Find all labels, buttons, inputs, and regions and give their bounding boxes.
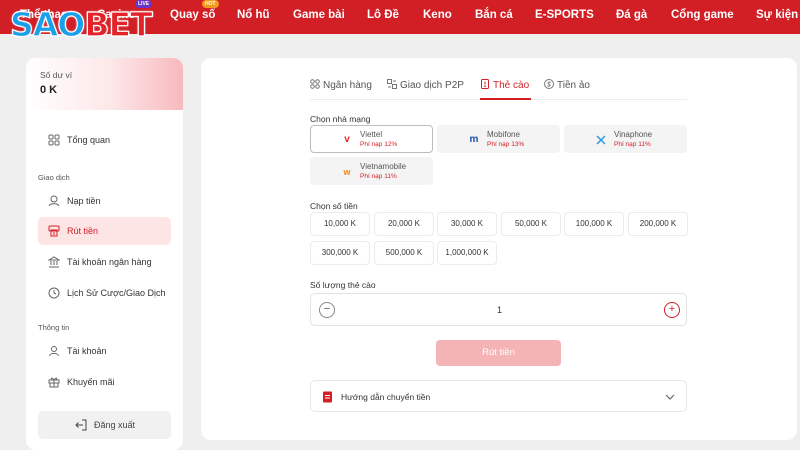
tab-label: Thẻ cào [493, 80, 530, 91]
sidebar-item-label: Tài khoản [67, 346, 107, 356]
sidebar-item-withdraw[interactable]: Rút tiền [38, 217, 171, 245]
sidebar-item-overview[interactable]: Tổng quan [38, 126, 171, 154]
logo-sao: SAO [9, 5, 86, 44]
saobet-logo[interactable]: SAOBET [9, 5, 153, 44]
tab-crypto[interactable]: Tiền ảo [544, 79, 590, 91]
nav-item-cong-game[interactable]: Cổng game [671, 9, 734, 21]
vietnamobile-icon: w [343, 167, 351, 177]
logo-bet: BET [84, 5, 153, 44]
carrier-option-vinaphone[interactable]: Vinaphone Phí nạp 11% [564, 125, 687, 153]
carrier-option-viettel[interactable]: v Viettel Phí nạp 12% [310, 125, 433, 153]
carrier-label: Chọn nhà mạng [310, 114, 371, 124]
logout-button[interactable]: Đăng xuất [38, 411, 171, 439]
withdraw-submit-button[interactable]: Rút tiền [436, 340, 561, 366]
amount-option[interactable]: 30,000 K [437, 212, 497, 236]
section-label-transactions: Giao dịch [38, 173, 70, 182]
section-label-info: Thông tin [38, 323, 70, 332]
amount-option[interactable]: 300,000 K [310, 241, 370, 265]
nav-item-lo-de[interactable]: Lô Đề [367, 9, 399, 21]
tab-bank[interactable]: Ngân hàng [310, 79, 372, 91]
nav-item-quay-so[interactable]: Quay số [170, 9, 215, 21]
quantity-value[interactable]: 1 [311, 305, 688, 315]
sidebar-item-promotion[interactable]: Khuyến mãi [38, 368, 171, 396]
grid-icon [48, 134, 60, 146]
withdraw-panel: Ngân hàng Giao dịch P2P Thẻ cào Tiền ảo … [201, 58, 797, 440]
withdraw-icon [48, 225, 60, 237]
quantity-label: Số lượng thẻ cào [310, 280, 376, 290]
amount-option[interactable]: 500,000 K [374, 241, 434, 265]
carrier-name: Vinaphone [614, 130, 653, 139]
guide-label: Hướng dẫn chuyển tiền [341, 392, 431, 402]
balance-value: 0 K [40, 84, 58, 96]
carrier-fee: Phí nạp 11% [614, 141, 651, 148]
transfer-guide-accordion[interactable]: Hướng dẫn chuyển tiền [310, 380, 687, 412]
sidebar-item-label: Tài khoản ngân hàng [67, 257, 152, 267]
carrier-name: Viettel [360, 130, 383, 139]
tab-scratch-card[interactable]: Thẻ cào [480, 79, 529, 91]
balance-label: Số dư ví [40, 70, 73, 80]
viettel-icon: v [344, 134, 350, 145]
wallet-balance-card: Số dư ví 0 K [26, 58, 183, 110]
history-icon [48, 287, 60, 299]
decrement-button[interactable]: − [319, 302, 335, 318]
deposit-icon [48, 195, 60, 207]
hot-badge: HOT [202, 0, 219, 8]
logout-label: Đăng xuất [94, 420, 136, 430]
logout-icon [75, 419, 87, 431]
sidebar-item-account[interactable]: Tài khoản [38, 337, 171, 365]
sidebar-item-bank-account[interactable]: Tài khoản ngân hàng [38, 248, 171, 276]
sidebar-item-label: Nạp tiền [67, 196, 101, 206]
card-icon [481, 79, 489, 89]
nav-item-no-hu[interactable]: Nổ hũ [237, 9, 270, 21]
chevron-down-icon [665, 394, 675, 400]
sidebar-item-label: Rút tiền [67, 226, 99, 236]
user-icon [49, 346, 59, 357]
tab-label: Tiền ảo [557, 80, 590, 91]
carrier-fee: Phí nạp 13% [487, 141, 525, 148]
sidebar-item-label: Lịch Sử Cược/Giao Dịch [67, 288, 166, 298]
carrier-option-vietnamobile[interactable]: w Vietnamobile Phí nạp 11% [310, 157, 433, 185]
tab-label: Giao dịch P2P [400, 80, 464, 91]
amount-option[interactable]: 20,000 K [374, 212, 434, 236]
nav-item-su-kien[interactable]: Sự kiện [756, 9, 798, 21]
document-icon [323, 391, 332, 403]
amount-option[interactable]: 100,000 K [564, 212, 624, 236]
amount-label: Chọn số tiền [310, 201, 358, 211]
amount-option[interactable]: 50,000 K [501, 212, 561, 236]
carrier-name: Mobifone [487, 130, 520, 139]
increment-button[interactable]: + [664, 302, 680, 318]
amount-option[interactable]: 10,000 K [310, 212, 370, 236]
gift-icon [48, 377, 60, 388]
nav-item-game-bai[interactable]: Game bài [293, 9, 345, 21]
link-icon [310, 79, 320, 89]
sidebar-item-label: Khuyến mãi [67, 377, 115, 387]
carrier-fee: Phí nạp 12% [360, 141, 398, 148]
p2p-icon [387, 79, 397, 89]
vinaphone-icon [596, 135, 606, 145]
bank-icon [48, 256, 60, 268]
nav-item-ban-ca[interactable]: Bắn cá [475, 9, 513, 21]
carrier-option-mobifone[interactable]: m Mobifone Phí nạp 13% [437, 125, 560, 153]
nav-item-da-ga[interactable]: Đá gà [616, 9, 647, 21]
carrier-name: Vietnamobile [360, 162, 407, 171]
mobifone-icon: m [469, 134, 479, 145]
tab-label: Ngân hàng [323, 80, 372, 91]
active-tab-indicator [480, 98, 531, 100]
carrier-fee: Phí nạp 11% [360, 173, 397, 180]
sidebar-item-history[interactable]: Lịch Sử Cược/Giao Dịch [38, 279, 171, 307]
amount-option[interactable]: 200,000 K [628, 212, 688, 236]
quantity-stepper: 1 − + [310, 293, 687, 326]
tab-p2p[interactable]: Giao dịch P2P [387, 79, 464, 91]
coin-icon [544, 79, 554, 89]
amount-option[interactable]: 1,000,000 K [437, 241, 497, 265]
sidebar: Số dư ví 0 K Tổng quan Giao dịch Nạp tiề… [26, 58, 183, 450]
sidebar-item-deposit[interactable]: Nạp tiền [38, 187, 171, 215]
sidebar-item-label: Tổng quan [67, 135, 111, 145]
nav-item-esports[interactable]: E-SPORTS [535, 9, 594, 21]
nav-item-keno[interactable]: Keno [423, 9, 452, 21]
